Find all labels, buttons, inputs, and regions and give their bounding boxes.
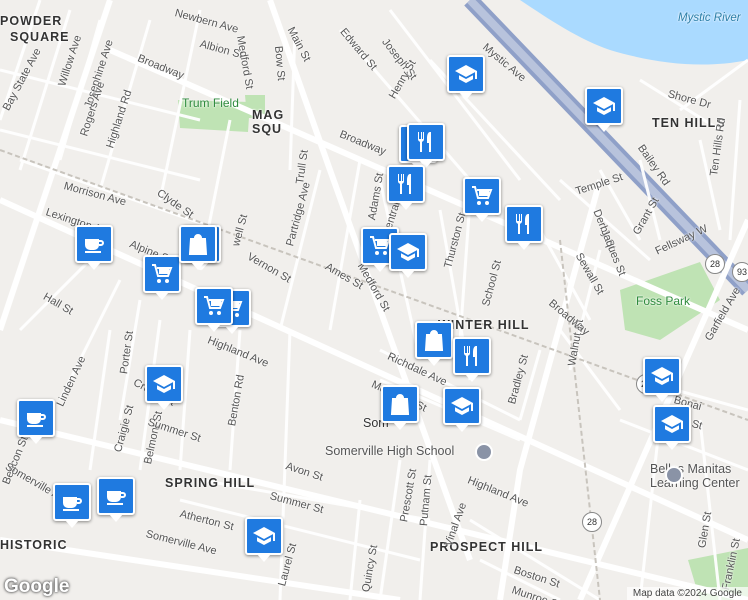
map-marker-school[interactable] [443, 387, 481, 432]
poi-foss-park[interactable]: Foss Park [636, 294, 690, 308]
route-shield: 28 [582, 512, 602, 532]
map-marker-shopping-cart[interactable] [143, 255, 181, 300]
place-bellas-manitas[interactable]: Bellas Manitas [650, 462, 731, 476]
mystic-river [520, 0, 748, 65]
map-marker-shopping-cart[interactable] [463, 177, 501, 222]
map-marker-school[interactable] [389, 233, 427, 278]
school-icon [252, 524, 276, 548]
water-label-mystic-river: Mystic River [678, 12, 741, 24]
map-marker-school[interactable] [585, 87, 623, 132]
map-canvas[interactable]: POWDER SQUARE MAG SQU TEN HILLS WINTER H… [0, 0, 748, 600]
map-marker-coffee[interactable] [53, 483, 91, 528]
map-marker-school[interactable] [653, 405, 691, 450]
shopping-bag-icon [186, 232, 210, 256]
school-pin[interactable] [475, 443, 493, 461]
shopping-cart-icon [150, 262, 174, 286]
shopping-cart-icon [470, 184, 494, 208]
school-icon [650, 364, 674, 388]
map-marker-coffee[interactable] [97, 477, 135, 522]
map-marker-school[interactable] [245, 517, 283, 562]
restaurant-icon [394, 172, 418, 196]
map-marker-restaurant[interactable] [407, 123, 445, 168]
area-label-magoun-sq: SQU [252, 122, 283, 136]
shopping-cart-icon [202, 294, 226, 318]
map-marker-school[interactable] [643, 357, 681, 402]
place-learning-center[interactable]: Learning Center [650, 476, 740, 490]
shopping-bag-icon [422, 328, 446, 352]
google-logo[interactable]: Google [4, 576, 69, 598]
restaurant-icon [414, 130, 438, 154]
map-marker-shopping-bag[interactable] [179, 225, 217, 270]
school-icon [396, 240, 420, 264]
map-marker-restaurant[interactable] [387, 165, 425, 210]
map-marker-coffee[interactable] [75, 225, 113, 270]
route-shield: 28 [705, 254, 725, 274]
coffee-icon [24, 406, 48, 430]
restaurant-icon [460, 344, 484, 368]
place-somerville-high[interactable]: Somerville High School [325, 444, 454, 458]
map-marker-restaurant[interactable] [453, 337, 491, 382]
school-icon [152, 372, 176, 396]
school-icon [450, 394, 474, 418]
map-marker-coffee[interactable] [17, 399, 55, 444]
coffee-icon [104, 484, 128, 508]
map-marker-shopping-bag[interactable] [381, 385, 419, 430]
area-label-spring-hill: SPRING HILL [165, 476, 256, 490]
poi-trum-field[interactable]: Trum Field [182, 96, 239, 110]
restaurant-icon [512, 212, 536, 236]
map-marker-school[interactable] [145, 365, 183, 410]
learning-center-pin[interactable] [665, 466, 683, 484]
map-marker-school[interactable] [447, 55, 485, 100]
route-shield: 93 [732, 262, 748, 282]
map-marker-shopping-cart[interactable] [195, 287, 233, 332]
map-marker-restaurant[interactable] [505, 205, 543, 250]
area-label-magoun: MAG [252, 108, 285, 122]
shopping-bag-icon [388, 392, 412, 416]
area-label-square: SQUARE [10, 30, 70, 44]
area-label-historic: HISTORIC [0, 538, 68, 552]
school-icon [454, 62, 478, 86]
school-icon [592, 94, 616, 118]
map-marker-shopping-bag[interactable] [415, 321, 453, 366]
school-icon [660, 412, 684, 436]
coffee-icon [82, 232, 106, 256]
area-label-powder-house: POWDER [0, 14, 63, 28]
map-attribution[interactable]: Map data ©2024 Google [626, 587, 748, 600]
coffee-icon [60, 490, 84, 514]
